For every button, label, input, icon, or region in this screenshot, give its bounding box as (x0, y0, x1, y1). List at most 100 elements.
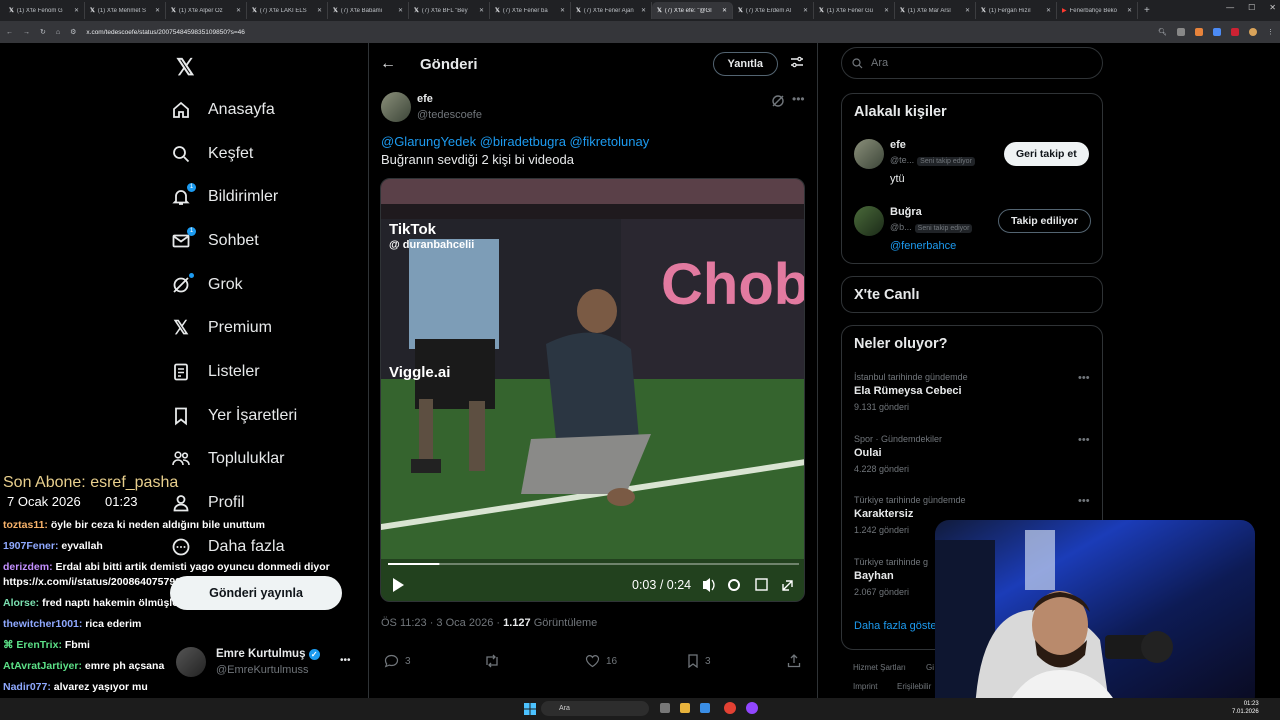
browser-tab[interactable]: 𝕏 (1) X'te Fenom Ğ ✕ (4, 2, 85, 19)
tab-close-icon[interactable]: ✕ (884, 7, 889, 14)
grok-icon[interactable] (771, 94, 785, 113)
trend-item[interactable]: Spor · Gündemdekiler Oulai 4.228 gönderi (854, 434, 942, 474)
person-handle[interactable]: @te... (890, 155, 914, 165)
share-action[interactable] (787, 654, 801, 668)
person-name[interactable]: efe (890, 139, 906, 151)
browser-tab[interactable]: 𝕏 (1) Fergan Hızıl ✕ (976, 2, 1057, 19)
menu-icon[interactable]: ⋮ (1267, 28, 1274, 36)
post-mentions[interactable]: @GlarungYedek @biradetbugra @fikretoluna… (381, 134, 649, 149)
tab-close-icon[interactable]: ✕ (1127, 7, 1132, 14)
app-icon[interactable] (700, 703, 710, 713)
tab-close-icon[interactable]: ✕ (641, 7, 646, 14)
tab-close-icon[interactable]: ✕ (560, 7, 565, 14)
tab-close-icon[interactable]: ✕ (398, 7, 403, 14)
nav-item-bookmark[interactable]: Yer İşaretleri (170, 394, 360, 438)
footer-link[interactable]: Erişilebilir (897, 682, 931, 691)
post-date[interactable]: ÖS 11:23 · 3 Oca 2026 · (381, 617, 500, 629)
nav-item-bell[interactable]: 1 Bildirimler (170, 175, 360, 219)
obs-icon[interactable] (746, 702, 758, 714)
video-player[interactable]: Chob TikTok @ duranbahcelii Viggle.ai (380, 178, 805, 602)
more-options-icon[interactable]: ••• (792, 92, 805, 106)
post-button[interactable]: Gönderi yayınla (170, 576, 342, 610)
live-card[interactable]: X'te Canlı (841, 276, 1103, 313)
search-box[interactable]: Ara (841, 47, 1103, 79)
nav-item-x[interactable]: 𝕏 Premium (170, 306, 360, 350)
tab-close-icon[interactable]: ✕ (803, 7, 808, 14)
person-handle[interactable]: @b... (890, 222, 912, 232)
reload-icon[interactable]: ↻ (40, 28, 46, 36)
trend-more-icon[interactable]: ••• (1078, 434, 1090, 446)
reply-action[interactable]: 3 (384, 654, 411, 668)
footer-link[interactable]: Hizmet Şartları (853, 663, 906, 672)
tab-close-icon[interactable]: ✕ (155, 7, 160, 14)
back-arrow-icon[interactable]: ← (380, 55, 396, 73)
nav-item-list[interactable]: Listeler (170, 350, 360, 394)
browser-tab[interactable]: 𝕏 (7) X'te Fener Ajan ✕ (571, 2, 652, 19)
trend-item[interactable]: İstanbul tarihinde gündemde Ela Rümeysa … (854, 372, 968, 412)
footer-link[interactable]: Gi (926, 663, 934, 672)
author-name[interactable]: efe (417, 93, 433, 105)
browser-tab[interactable]: 𝕏 (1) X'te Alper Öz ✕ (166, 2, 247, 19)
tab-close-icon[interactable]: ✕ (722, 7, 727, 14)
bookmark-action[interactable]: 3 (687, 654, 711, 668)
avatar[interactable] (854, 206, 884, 236)
extension-icon[interactable] (1195, 28, 1203, 36)
home-icon[interactable]: ⌂ (56, 29, 60, 36)
taskbar-clock[interactable]: 01:23 7.01.2026 (1232, 700, 1259, 716)
forward-icon[interactable]: → (23, 29, 30, 36)
repost-action[interactable] (484, 654, 500, 668)
back-icon[interactable]: ← (6, 29, 13, 36)
browser-tab[interactable]: 𝕏 (1) X'te Mar Arsl ✕ (895, 2, 976, 19)
tab-close-icon[interactable]: ✕ (1046, 7, 1051, 14)
tab-close-icon[interactable]: ✕ (479, 7, 484, 14)
person-bio[interactable]: @fenerbahce (890, 240, 956, 252)
tab-close-icon[interactable]: ✕ (317, 7, 322, 14)
site-info-icon[interactable]: ⚙ (70, 28, 76, 36)
x-logo[interactable]: 𝕏 (176, 54, 195, 81)
like-action[interactable]: 16 (585, 654, 617, 668)
taskview-icon[interactable] (660, 703, 670, 713)
tab-close-icon[interactable]: ✕ (74, 7, 79, 14)
folder-icon[interactable] (680, 703, 690, 713)
browser-tab[interactable]: ▶ Fenerbahçe Beko ✕ (1057, 2, 1138, 19)
new-tab-icon[interactable]: + (1144, 5, 1150, 16)
tab-close-icon[interactable]: ✕ (236, 7, 241, 14)
zoom-icon[interactable]: 🔍︎ (1158, 28, 1167, 36)
follow-back-button[interactable]: Geri takip et (1004, 142, 1089, 166)
browser-tab[interactable]: 𝕏 (7) X'te Erdem Al ✕ (733, 2, 814, 19)
filter-icon[interactable] (790, 55, 804, 74)
person-name[interactable]: Buğra (890, 206, 922, 218)
avatar[interactable] (854, 139, 884, 169)
windows-start-icon[interactable] (524, 702, 536, 715)
browser-tab[interactable]: 𝕏 (7) X'te Babamı ✕ (328, 2, 409, 19)
url-field[interactable]: x.com/tedescoefe/status/2007548459835109… (86, 29, 1148, 36)
extension-icon[interactable] (1231, 28, 1239, 36)
browser-tab[interactable]: 𝕏 (1) X'te Fener Gü ✕ (814, 2, 895, 19)
reply-button[interactable]: Yanıtla (712, 52, 778, 76)
trend-more-icon[interactable]: ••• (1078, 372, 1090, 384)
nav-item-home[interactable]: Anasayfa (170, 88, 360, 132)
extension-icon[interactable] (1177, 28, 1185, 36)
browser-tab[interactable]: 𝕏 (7) X'te efe: "@Gl ✕ (652, 2, 733, 19)
nav-item-grok[interactable]: Grok (170, 263, 360, 307)
footer-link[interactable]: Imprint (853, 682, 877, 691)
show-more-link[interactable]: Daha fazla göste (854, 620, 937, 632)
trend-more-icon[interactable]: ••• (1078, 495, 1090, 507)
video-progress-track[interactable] (388, 563, 799, 565)
maximize-icon[interactable]: ☐ (1248, 3, 1255, 12)
author-handle[interactable]: @tedescoefe (417, 109, 482, 121)
author-avatar[interactable] (381, 92, 411, 122)
chrome-icon[interactable] (724, 702, 736, 714)
nav-item-mail[interactable]: 1 Sohbet (170, 219, 360, 263)
browser-tab[interactable]: 𝕏 (7) X'te Fener ba ✕ (490, 2, 571, 19)
browser-tab[interactable]: 𝕏 (1) X'te Mehmet S ✕ (85, 2, 166, 19)
browser-tab[interactable]: 𝕏 (7) X'te BFL "Bey ✕ (409, 2, 490, 19)
close-icon[interactable]: ✕ (1269, 3, 1276, 12)
taskbar-search[interactable]: Ara (541, 701, 649, 716)
profile-avatar[interactable] (1249, 28, 1257, 36)
following-button[interactable]: Takip ediliyor (998, 209, 1091, 233)
tab-close-icon[interactable]: ✕ (965, 7, 970, 14)
browser-tab[interactable]: 𝕏 (7) X'te LAKI ELS ✕ (247, 2, 328, 19)
nav-item-search[interactable]: Keşfet (170, 132, 360, 176)
trend-item[interactable]: Türkiye tarihinde g Bayhan 2.067 gönderi (854, 557, 928, 597)
